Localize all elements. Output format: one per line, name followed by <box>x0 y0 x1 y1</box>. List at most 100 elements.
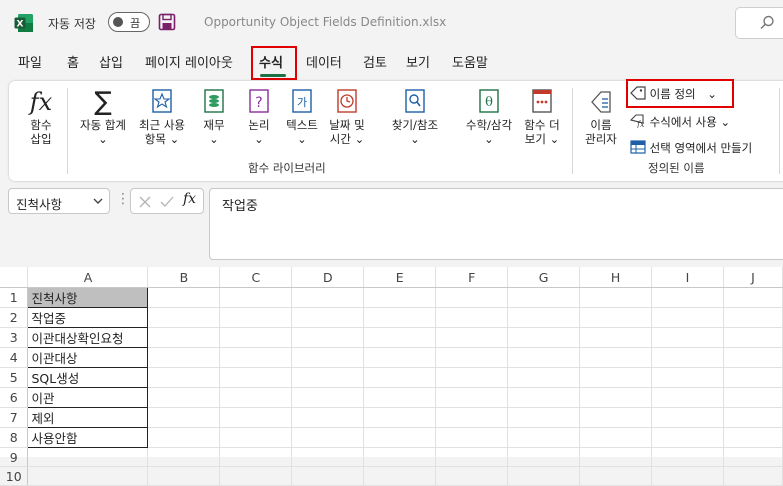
cell[interactable] <box>291 427 365 448</box>
cell[interactable] <box>219 287 293 308</box>
column-header-h[interactable]: H <box>579 267 653 288</box>
column-header-b[interactable]: B <box>147 267 221 288</box>
cell[interactable] <box>723 327 783 348</box>
cell-a9[interactable] <box>27 447 149 467</box>
text-button[interactable]: 가 텍스트 ⌄ <box>280 88 324 146</box>
cell[interactable] <box>147 466 221 486</box>
cell[interactable] <box>579 387 653 408</box>
cell[interactable] <box>147 387 221 408</box>
cell[interactable] <box>147 347 221 368</box>
logical-button[interactable]: ? 논리 ⌄ <box>239 88 279 146</box>
cell[interactable] <box>651 387 724 408</box>
cell[interactable] <box>291 347 365 368</box>
date-time-button[interactable]: 날짜 및 시간 ⌄ <box>325 88 369 146</box>
cell[interactable] <box>219 447 293 467</box>
cell[interactable] <box>507 367 581 388</box>
cell[interactable] <box>291 447 365 467</box>
cell[interactable] <box>651 347 724 368</box>
column-header-f[interactable]: F <box>435 267 509 288</box>
row-header-9[interactable]: 9 <box>0 447 29 467</box>
cell[interactable] <box>507 287 581 308</box>
cell[interactable] <box>219 407 293 428</box>
cell[interactable] <box>435 307 509 328</box>
cell[interactable] <box>651 447 724 467</box>
cell[interactable] <box>435 387 509 408</box>
cell[interactable] <box>507 447 581 467</box>
lookup-reference-button[interactable]: 찾기/참조 ⌄ <box>371 88 459 146</box>
row-header-7[interactable]: 7 <box>0 407 29 428</box>
column-header-j[interactable]: J <box>723 267 783 288</box>
cell[interactable] <box>435 347 509 368</box>
cell[interactable] <box>363 367 437 388</box>
cell[interactable] <box>363 327 437 348</box>
use-in-formula-button[interactable]: fx 수식에서 사용 ⌄ <box>629 114 730 130</box>
cell[interactable] <box>507 327 581 348</box>
cell[interactable] <box>507 427 581 448</box>
column-header-e[interactable]: E <box>363 267 437 288</box>
cell-a1[interactable]: 진척사항 <box>27 287 149 308</box>
formula-input[interactable]: 작업중 <box>209 188 783 260</box>
cell[interactable] <box>507 387 581 408</box>
cell[interactable] <box>651 367 724 388</box>
autosave-toggle[interactable]: 끔 <box>108 12 150 32</box>
cell[interactable] <box>723 367 783 388</box>
search-box[interactable] <box>735 7 783 39</box>
cell[interactable] <box>219 307 293 328</box>
cell[interactable] <box>363 307 437 328</box>
cell-a5[interactable]: SQL생성 <box>27 367 149 388</box>
cell[interactable] <box>507 407 581 428</box>
cell[interactable] <box>363 447 437 467</box>
row-header-5[interactable]: 5 <box>0 367 29 388</box>
cell[interactable] <box>651 287 724 308</box>
cell[interactable] <box>723 307 783 328</box>
cell[interactable] <box>579 367 653 388</box>
cell[interactable] <box>291 327 365 348</box>
cell[interactable] <box>291 407 365 428</box>
cell[interactable] <box>651 307 724 328</box>
cell[interactable] <box>219 367 293 388</box>
column-header-a[interactable]: A <box>27 267 149 288</box>
row-header-2[interactable]: 2 <box>0 307 29 328</box>
cell[interactable] <box>579 427 653 448</box>
cell[interactable] <box>723 287 783 308</box>
cell[interactable] <box>363 427 437 448</box>
row-header-8[interactable]: 8 <box>0 427 29 448</box>
tab-home[interactable]: 홈 <box>67 52 79 71</box>
cell[interactable] <box>147 327 221 348</box>
cell[interactable] <box>291 287 365 308</box>
cell[interactable] <box>147 427 221 448</box>
cell-a6[interactable]: 이관 <box>27 387 149 408</box>
tab-insert[interactable]: 삽입 <box>99 52 123 71</box>
math-trig-button[interactable]: θ 수학/삼각 ⌄ <box>460 88 518 146</box>
cell[interactable] <box>363 287 437 308</box>
cell[interactable] <box>147 307 221 328</box>
cell[interactable] <box>147 367 221 388</box>
cell[interactable] <box>579 327 653 348</box>
tab-view[interactable]: 보기 <box>406 52 430 71</box>
cell[interactable] <box>723 447 783 467</box>
cell-a10[interactable] <box>27 466 149 486</box>
cell[interactable] <box>651 407 724 428</box>
tab-data[interactable]: 데이터 <box>306 52 342 71</box>
cell[interactable] <box>507 347 581 368</box>
cell[interactable] <box>579 447 653 467</box>
cell[interactable] <box>363 466 437 486</box>
create-from-selection-button[interactable]: 선택 영역에서 만들기 <box>630 140 752 156</box>
cell-a3[interactable]: 이관대상확인요청 <box>27 327 149 348</box>
cell[interactable] <box>579 466 653 486</box>
cell[interactable] <box>291 307 365 328</box>
cell[interactable] <box>435 447 509 467</box>
cell[interactable] <box>147 287 221 308</box>
cell[interactable] <box>435 427 509 448</box>
cell[interactable] <box>291 367 365 388</box>
cancel-icon[interactable] <box>139 196 151 208</box>
cell[interactable] <box>579 307 653 328</box>
cell[interactable] <box>219 347 293 368</box>
column-header-i[interactable]: I <box>651 267 724 288</box>
cell[interactable] <box>219 466 293 486</box>
cell[interactable] <box>219 427 293 448</box>
cell[interactable] <box>363 347 437 368</box>
select-all-corner[interactable] <box>0 267 29 288</box>
row-header-3[interactable]: 3 <box>0 327 29 348</box>
financial-button[interactable]: 재무 ⌄ <box>194 88 234 146</box>
